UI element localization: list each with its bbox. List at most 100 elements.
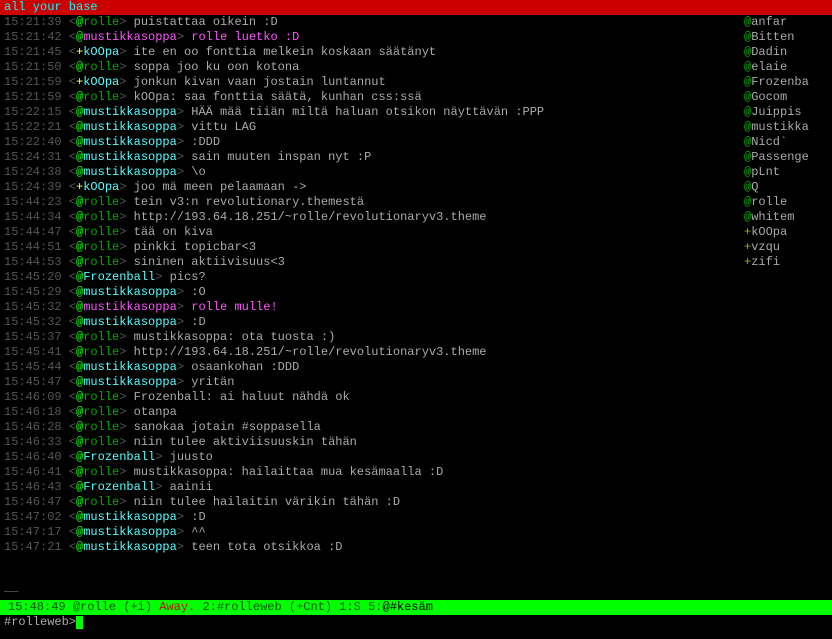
nicklist-item[interactable]: @Dadin: [744, 45, 832, 60]
nick[interactable]: rolle: [83, 390, 119, 404]
nick[interactable]: rolle: [83, 345, 119, 359]
message-text: mustikkasoppa: hailaittaa mua kesämaalla…: [134, 465, 444, 479]
timestamp: 15:46:43: [4, 480, 62, 494]
message-text: :D: [191, 510, 205, 524]
chat-line: 15:45:41 <@rolle> http://193.64.18.251/~…: [0, 345, 742, 360]
nicklist-name: elaie: [751, 60, 787, 74]
nicklist-item[interactable]: @Nicd`: [744, 135, 832, 150]
timestamp: 15:21:50: [4, 60, 62, 74]
nick[interactable]: rolle: [83, 495, 119, 509]
message-text: niin tulee aktiviisuuskin tähän: [134, 435, 357, 449]
chat-line: 15:45:44 <@mustikkasoppa> osaankohan :DD…: [0, 360, 742, 375]
message-text: teen tota otsikkoa :D: [191, 540, 342, 554]
nicklist-name: Juippis: [751, 105, 801, 119]
nick[interactable]: mustikkasoppa: [83, 105, 177, 119]
nick[interactable]: mustikkasoppa: [83, 510, 177, 524]
nick[interactable]: Frozenball: [83, 480, 155, 494]
input-bar[interactable]: #rolleweb>: [0, 615, 832, 630]
message-text: puistattaa oikein :D: [134, 15, 278, 29]
timestamp: 15:44:34: [4, 210, 62, 224]
chat-line: 15:24:39 <+kOOpa> joo mä meen pelaamaan …: [0, 180, 742, 195]
nick[interactable]: mustikkasoppa: [83, 525, 177, 539]
nicklist-name: Bitten: [751, 30, 794, 44]
nicklist[interactable]: @anfar@Bitten@Dadin@elaie@Frozenba@Gocom…: [742, 15, 832, 585]
nick[interactable]: rolle: [83, 420, 119, 434]
nick[interactable]: rolle: [83, 195, 119, 209]
nick[interactable]: Frozenball: [83, 450, 155, 464]
nicklist-item[interactable]: @Passenge: [744, 150, 832, 165]
message-text: sininen aktiivisuus<3: [134, 255, 285, 269]
nicklist-name: pLnt: [751, 165, 780, 179]
nick[interactable]: rolle: [83, 60, 119, 74]
nicklist-item[interactable]: @rolle: [744, 195, 832, 210]
timestamp: 15:46:28: [4, 420, 62, 434]
nick[interactable]: rolle: [83, 240, 119, 254]
nick[interactable]: rolle: [83, 405, 119, 419]
message-text: sanokaa jotain #soppasella: [134, 420, 321, 434]
nicklist-name: Q: [751, 180, 758, 194]
nick[interactable]: mustikkasoppa: [83, 165, 177, 179]
message-text: rolle mulle!: [191, 300, 277, 314]
nicklist-item[interactable]: @anfar: [744, 15, 832, 30]
nicklist-item[interactable]: +vzqu: [744, 240, 832, 255]
nick[interactable]: mustikkasoppa: [83, 135, 177, 149]
message-text: mustikkasoppa: ota tuosta :): [134, 330, 336, 344]
nick[interactable]: mustikkasoppa: [83, 285, 177, 299]
nick[interactable]: rolle: [83, 330, 119, 344]
nick[interactable]: kOOpa: [83, 45, 119, 59]
timestamp: 15:44:51: [4, 240, 62, 254]
chat-line: 15:45:47 <@mustikkasoppa> yritän: [0, 375, 742, 390]
chat-line: 15:21:59 <+kOOpa> jonkun kivan vaan jost…: [0, 75, 742, 90]
nicklist-item[interactable]: @Gocom: [744, 90, 832, 105]
nick[interactable]: mustikkasoppa: [83, 540, 177, 554]
nick[interactable]: kOOpa: [83, 180, 119, 194]
nicklist-item[interactable]: @elaie: [744, 60, 832, 75]
timestamp: 15:24:31: [4, 150, 62, 164]
nicklist-item[interactable]: @Frozenba: [744, 75, 832, 90]
timestamp: 15:45:20: [4, 270, 62, 284]
message-text: kOOpa: saa fonttia säätä, kunhan css:ssä: [134, 90, 422, 104]
chat-log[interactable]: 15:21:39 <@rolle> puistattaa oikein :D15…: [0, 15, 742, 585]
message-text: tää on kiva: [134, 225, 213, 239]
nicklist-item[interactable]: +kOOpa: [744, 225, 832, 240]
chat-line: 15:46:28 <@rolle> sanokaa jotain #soppas…: [0, 420, 742, 435]
status-window: 2:#rolleweb (+Cnt) 1:S: [202, 600, 360, 614]
nicklist-item[interactable]: @Q: [744, 180, 832, 195]
nick[interactable]: kOOpa: [83, 75, 119, 89]
nick[interactable]: mustikkasoppa: [83, 30, 177, 44]
timestamp: 15:21:42: [4, 30, 62, 44]
timestamp: 15:21:39: [4, 15, 62, 29]
nicklist-item[interactable]: @mustikka: [744, 120, 832, 135]
nick[interactable]: mustikkasoppa: [83, 120, 177, 134]
nick[interactable]: mustikkasoppa: [83, 315, 177, 329]
chat-line: 15:44:23 <@rolle> tein v3:n revolutionar…: [0, 195, 742, 210]
nick[interactable]: rolle: [83, 255, 119, 269]
nick[interactable]: mustikkasoppa: [83, 360, 177, 374]
nicklist-item[interactable]: @Juippis: [744, 105, 832, 120]
nicklist-name: zifi: [751, 255, 780, 269]
nicklist-item[interactable]: +zifi: [744, 255, 832, 270]
chat-line: 15:44:47 <@rolle> tää on kiva: [0, 225, 742, 240]
nick[interactable]: rolle: [83, 435, 119, 449]
nick[interactable]: rolle: [83, 465, 119, 479]
chat-line: 15:46:41 <@rolle> mustikkasoppa: hailait…: [0, 465, 742, 480]
nick[interactable]: rolle: [83, 15, 119, 29]
nick[interactable]: mustikkasoppa: [83, 375, 177, 389]
nicklist-name: kOOpa: [751, 225, 787, 239]
nicklist-item[interactable]: @pLnt: [744, 165, 832, 180]
nicklist-item[interactable]: @whitem: [744, 210, 832, 225]
nick[interactable]: rolle: [83, 90, 119, 104]
chat-line: 15:45:32 <@mustikkasoppa> :D: [0, 315, 742, 330]
nick[interactable]: rolle: [83, 210, 119, 224]
message-text: tein v3:n revolutionary.themestä: [134, 195, 364, 209]
nick[interactable]: mustikkasoppa: [83, 300, 177, 314]
nick[interactable]: rolle: [83, 225, 119, 239]
timestamp: 15:47:17: [4, 525, 62, 539]
nicklist-item[interactable]: @Bitten: [744, 30, 832, 45]
timestamp: 15:21:59: [4, 90, 62, 104]
nick[interactable]: mustikkasoppa: [83, 150, 177, 164]
timestamp: 15:47:02: [4, 510, 62, 524]
chat-line: 15:21:45 <+kOOpa> ite en oo fonttia melk…: [0, 45, 742, 60]
message-text: aainii: [170, 480, 213, 494]
nick[interactable]: Frozenball: [83, 270, 155, 284]
